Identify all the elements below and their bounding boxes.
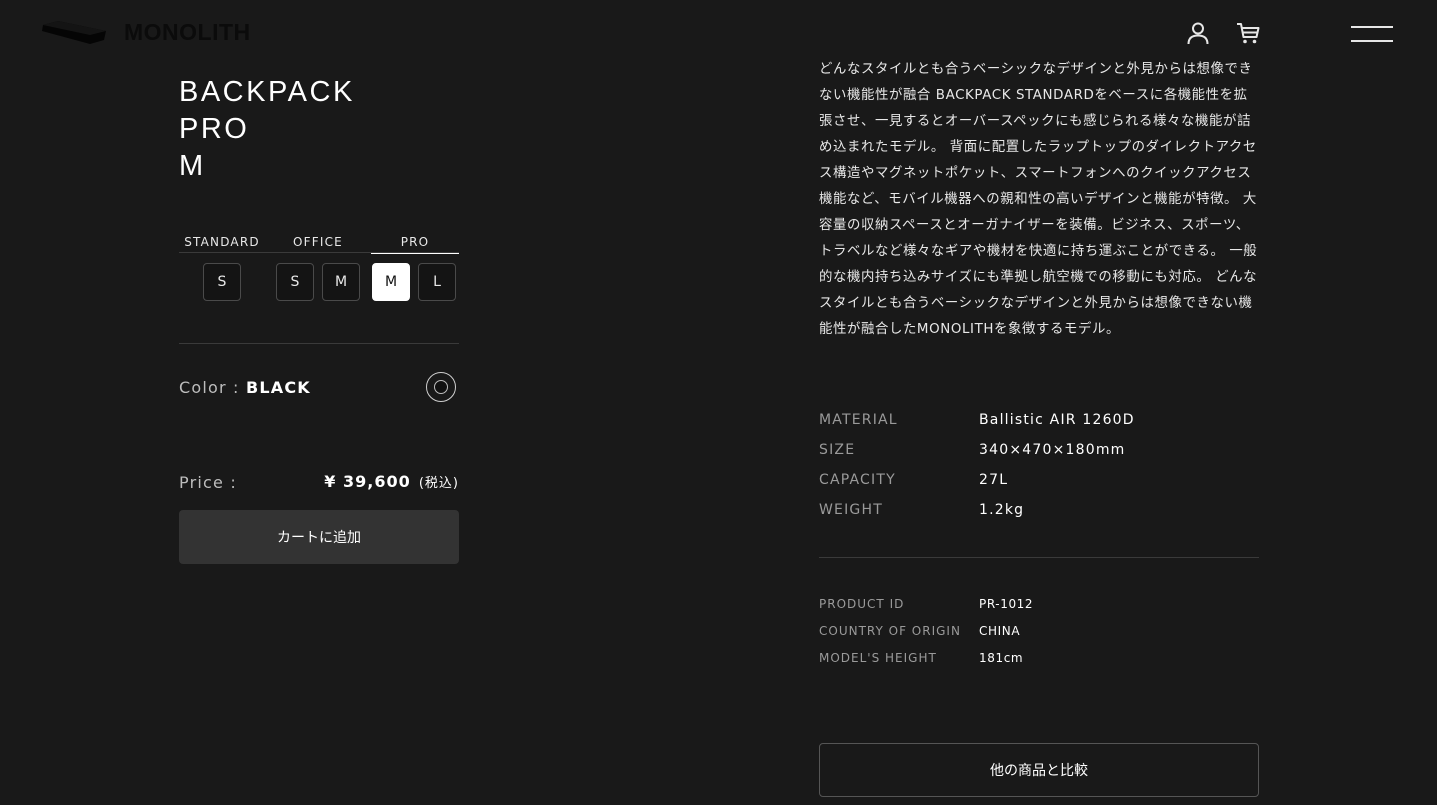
info-row: PRODUCT ID PR-1012 xyxy=(819,597,1259,624)
tab-office[interactable]: OFFICE xyxy=(275,235,361,253)
info-value: 181cm xyxy=(979,651,1024,665)
account-button[interactable] xyxy=(1185,20,1211,46)
spec-value: 340×470×180mm xyxy=(979,442,1126,458)
info-row: MODEL'S HEIGHT 181cm xyxy=(819,651,1259,678)
spec-key: CAPACITY xyxy=(819,472,896,488)
price-value: ¥ 39,600 (税込) xyxy=(324,472,459,491)
spec-value: Ballistic AIR 1260D xyxy=(979,412,1135,428)
swatch-fill xyxy=(434,380,448,394)
brand-name: MONOLITH xyxy=(124,18,251,45)
cart-button[interactable] xyxy=(1235,20,1261,46)
spec-row: MATERIAL Ballistic AIR 1260D xyxy=(819,412,1259,442)
spec-key: SIZE xyxy=(819,442,856,458)
tab-standard[interactable]: STANDARD xyxy=(179,235,265,253)
size-button-office-m[interactable]: M xyxy=(322,263,360,301)
spec-row: WEIGHT 1.2kg xyxy=(819,502,1259,532)
brand-logo[interactable]: MONOLITH xyxy=(40,18,251,46)
color-value: BLACK xyxy=(245,378,311,397)
spec-key: MATERIAL xyxy=(819,412,898,428)
info-row: COUNTRY OF ORIGIN CHINA xyxy=(819,624,1259,651)
user-icon xyxy=(1187,22,1209,45)
product-description: どんなスタイルとも合うベーシックなデザインと外見からは想像できない機能性が融合 … xyxy=(819,62,1258,337)
add-to-cart-button[interactable]: カートに追加 xyxy=(179,510,459,564)
product-title-line: BACKPACK xyxy=(179,76,355,108)
color-selector: Color : BLACK xyxy=(179,372,459,402)
info-key: MODEL'S HEIGHT xyxy=(819,651,937,665)
color-label-text: Color : xyxy=(179,378,240,397)
product-line-selector: STANDARD OFFICE PRO S S M M L xyxy=(179,235,459,305)
tab-underline-rule xyxy=(179,252,459,253)
price-amount: ¥ 39,600 xyxy=(324,472,411,491)
monolith-logo-icon xyxy=(42,21,106,44)
product-title-line: PRO xyxy=(179,113,250,145)
hamburger-menu-icon[interactable] xyxy=(1351,24,1395,44)
size-button-office-s[interactable]: S xyxy=(276,263,314,301)
section-divider xyxy=(819,557,1259,558)
info-value: PR-1012 xyxy=(979,597,1034,611)
color-label: Color : BLACK xyxy=(179,378,311,397)
color-swatch-black[interactable] xyxy=(426,372,456,402)
product-title-line: M xyxy=(179,150,206,182)
spec-key: WEIGHT xyxy=(819,502,883,518)
size-button-pro-l[interactable]: L xyxy=(418,263,456,301)
product-title: BACKPACK PRO M xyxy=(179,74,355,185)
info-key: COUNTRY OF ORIGIN xyxy=(819,624,961,638)
cart-icon xyxy=(1237,23,1260,44)
price-tax-note: (税込) xyxy=(418,476,459,491)
info-key: PRODUCT ID xyxy=(819,597,905,611)
spec-row: CAPACITY 27L xyxy=(819,472,1259,502)
spec-row: SIZE 340×470×180mm xyxy=(819,442,1259,472)
menu-bar-top xyxy=(1351,26,1393,28)
menu-bar-bottom xyxy=(1351,40,1393,42)
price-row: Price : ¥ 39,600 (税込) xyxy=(179,472,459,494)
section-divider xyxy=(179,343,459,344)
size-button-standard-s[interactable]: S xyxy=(203,263,241,301)
spec-value: 27L xyxy=(979,472,1009,488)
size-button-pro-m[interactable]: M xyxy=(372,263,410,301)
price-label: Price : xyxy=(179,473,237,492)
spec-value: 1.2kg xyxy=(979,502,1025,518)
compare-products-button[interactable]: 他の商品と比較 xyxy=(819,743,1259,797)
info-value: CHINA xyxy=(979,624,1021,638)
